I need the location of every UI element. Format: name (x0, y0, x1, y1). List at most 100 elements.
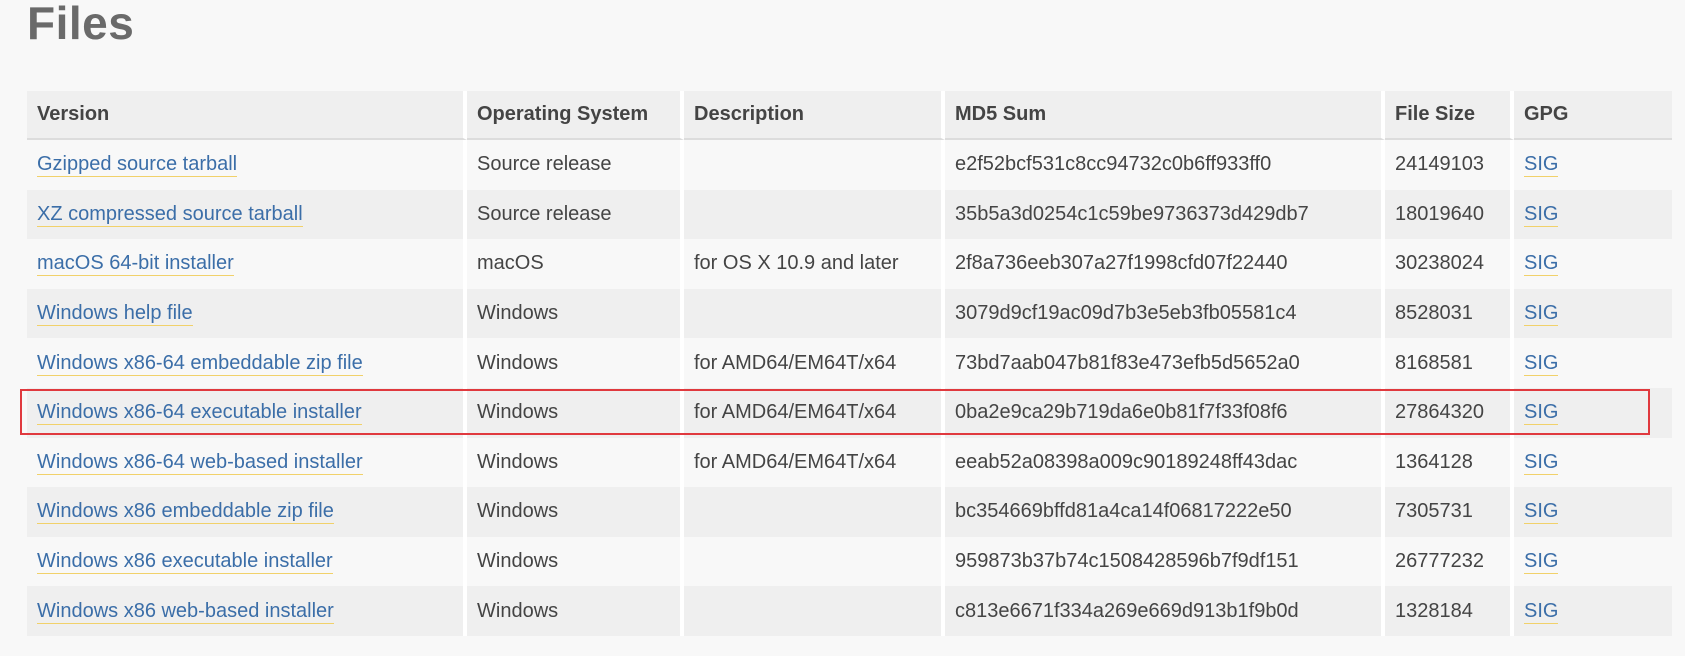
column-header-gpg: GPG (1514, 91, 1672, 140)
operating-system-cell: Source release (467, 189, 684, 240)
gpg-signature-link[interactable]: SIG (1524, 450, 1559, 475)
download-link[interactable]: Windows x86-64 web-based installer (37, 450, 363, 475)
description-cell (684, 140, 945, 190)
file-size-cell: 26777232 (1385, 536, 1514, 587)
gpg-signature-link[interactable]: SIG (1524, 202, 1559, 227)
table-row: Windows x86 embeddable zip file Windows bc… (27, 487, 1672, 537)
file-size-cell: 8528031 (1385, 288, 1514, 339)
operating-system-cell: Windows (467, 536, 684, 587)
md5-sum-cell: 73bd7aab047b81f83e473efb5d5652a0 (945, 338, 1385, 388)
operating-system-cell: Windows (467, 288, 684, 339)
gpg-cell: SIG (1514, 586, 1672, 636)
table-row: Gzipped source tarball Source release e2f5… (27, 140, 1672, 190)
md5-sum-cell: e2f52bcf531c8cc94732c0b6ff933ff0 (945, 140, 1385, 190)
column-header-operating-system: Operating System (467, 91, 684, 140)
description-cell (684, 288, 945, 339)
gpg-signature-link[interactable]: SIG (1524, 302, 1559, 327)
gpg-cell: SIG (1514, 338, 1672, 388)
download-link[interactable]: Windows x86-64 embeddable zip file (37, 351, 363, 376)
version-cell: Windows help file (27, 288, 467, 339)
column-header-md5-sum: MD5 Sum (945, 91, 1385, 140)
gpg-signature-link[interactable]: SIG (1524, 153, 1559, 178)
gpg-cell: SIG (1514, 288, 1672, 339)
gpg-signature-link[interactable]: SIG (1524, 599, 1559, 624)
files-table: Version Operating System Description MD5… (27, 91, 1672, 636)
md5-sum-cell: 2f8a736eeb307a27f1998cfd07f22440 (945, 239, 1385, 289)
download-link[interactable]: XZ compressed source tarball (37, 202, 303, 227)
files-table-body: Gzipped source tarball Source release e2f5… (27, 140, 1672, 636)
gpg-cell: SIG (1514, 189, 1672, 240)
description-cell: for AMD64/EM64T/x64 (684, 338, 945, 388)
gpg-signature-link[interactable]: SIG (1524, 252, 1559, 277)
description-cell (684, 536, 945, 587)
version-cell: Windows x86-64 executable installer (27, 387, 467, 438)
version-cell: Windows x86-64 embeddable zip file (27, 338, 467, 388)
file-size-cell: 8168581 (1385, 338, 1514, 388)
column-header-description: Description (684, 91, 945, 140)
version-cell: Windows x86 web-based installer (27, 586, 467, 636)
gpg-signature-link[interactable]: SIG (1524, 550, 1559, 575)
table-row: XZ compressed source tarball Source relea… (27, 189, 1672, 240)
description-cell: for AMD64/EM64T/x64 (684, 437, 945, 488)
description-cell (684, 189, 945, 240)
table-row: Windows x86-64 web-based installer Window… (27, 437, 1672, 488)
table-row: Windows help file Windows 3079d9cf19ac09d7… (27, 288, 1672, 339)
version-cell: Windows x86-64 web-based installer (27, 437, 467, 488)
operating-system-cell: Windows (467, 586, 684, 636)
column-header-version: Version (27, 91, 467, 140)
version-cell: Gzipped source tarball (27, 140, 467, 190)
operating-system-cell: Source release (467, 140, 684, 190)
table-row: Windows x86 executable installer Windows 9… (27, 536, 1672, 587)
download-link[interactable]: Windows x86-64 executable installer (37, 401, 362, 426)
version-cell: Windows x86 executable installer (27, 536, 467, 587)
description-cell (684, 487, 945, 537)
version-cell: Windows x86 embeddable zip file (27, 487, 467, 537)
download-link[interactable]: Windows x86 executable installer (37, 550, 333, 575)
version-cell: XZ compressed source tarball (27, 189, 467, 240)
version-cell: macOS 64-bit installer (27, 239, 467, 289)
description-cell: for OS X 10.9 and later (684, 239, 945, 289)
md5-sum-cell: c813e6671f334a269e669d913b1f9b0d (945, 586, 1385, 636)
operating-system-cell: Windows (467, 487, 684, 537)
md5-sum-cell: eeab52a08398a009c90189248ff43dac (945, 437, 1385, 488)
md5-sum-cell: 35b5a3d0254c1c59be9736373d429db7 (945, 189, 1385, 240)
download-link[interactable]: Gzipped source tarball (37, 153, 238, 178)
operating-system-cell: macOS (467, 239, 684, 289)
file-size-cell: 1328184 (1385, 586, 1514, 636)
table-row: Windows x86-64 embeddable zip file Window… (27, 338, 1672, 388)
gpg-cell: SIG (1514, 239, 1672, 289)
table-header-row: Version Operating System Description MD5… (27, 91, 1672, 140)
gpg-signature-link[interactable]: SIG (1524, 500, 1559, 525)
gpg-cell: SIG (1514, 437, 1672, 488)
md5-sum-cell: 0ba2e9ca29b719da6e0b81f7f33f08f6 (945, 387, 1385, 438)
file-size-cell: 1364128 (1385, 437, 1514, 488)
md5-sum-cell: bc354669bffd81a4ca14f06817222e50 (945, 487, 1385, 537)
file-size-cell: 18019640 (1385, 189, 1514, 240)
gpg-cell: SIG (1514, 140, 1672, 190)
file-size-cell: 27864320 (1385, 387, 1514, 438)
table-row: macOS 64-bit installer macOS for OS X 10.9… (27, 239, 1672, 289)
column-header-file-size: File Size (1385, 91, 1514, 140)
gpg-signature-link[interactable]: SIG (1524, 351, 1559, 376)
operating-system-cell: Windows (467, 387, 684, 438)
md5-sum-cell: 959873b37b74c1508428596b7f9df151 (945, 536, 1385, 587)
operating-system-cell: Windows (467, 338, 684, 388)
md5-sum-cell: 3079d9cf19ac09d7b3e5eb3fb05581c4 (945, 288, 1385, 339)
description-cell: for AMD64/EM64T/x64 (684, 387, 945, 438)
gpg-cell: SIG (1514, 487, 1672, 537)
download-link[interactable]: Windows x86 web-based installer (37, 599, 334, 624)
download-link[interactable]: Windows x86 embeddable zip file (37, 500, 334, 525)
gpg-cell: SIG (1514, 536, 1672, 587)
file-size-cell: 7305731 (1385, 487, 1514, 537)
file-size-cell: 24149103 (1385, 140, 1514, 190)
download-link[interactable]: Windows help file (37, 302, 193, 327)
gpg-signature-link[interactable]: SIG (1524, 401, 1559, 426)
description-cell (684, 586, 945, 636)
table-row: Windows x86 web-based installer Windows c8… (27, 586, 1672, 636)
table-row: Windows x86-64 executable installer Windo… (27, 387, 1672, 438)
page-title: Files (27, 0, 135, 49)
gpg-cell: SIG (1514, 387, 1672, 438)
page: Files Version Operating System Descripti… (0, 0, 1685, 656)
download-link[interactable]: macOS 64-bit installer (37, 252, 234, 277)
operating-system-cell: Windows (467, 437, 684, 488)
